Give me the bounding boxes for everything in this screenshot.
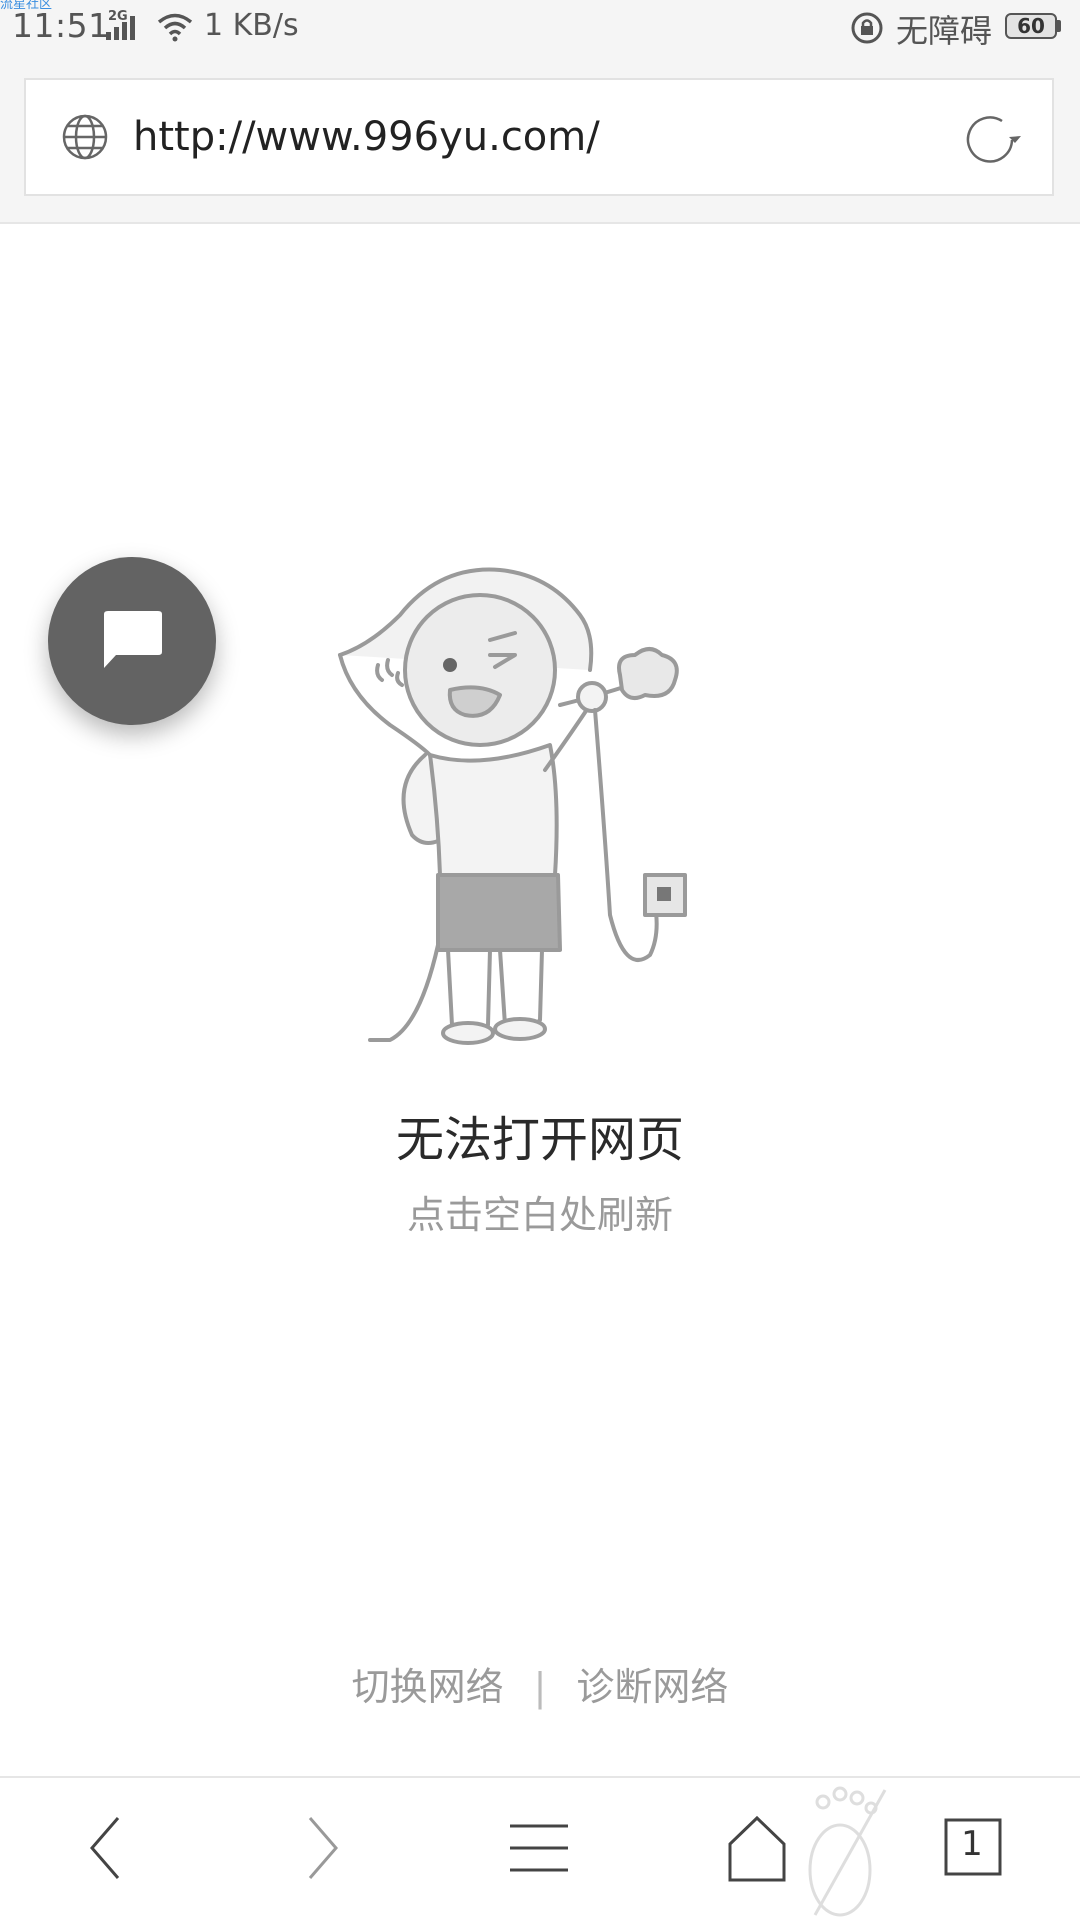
- tab-count: 1: [961, 1824, 983, 1864]
- battery-level: 60: [1017, 14, 1045, 38]
- switch-network-link[interactable]: 切换网络: [352, 1665, 504, 1709]
- status-time: 11:51: [12, 6, 110, 45]
- back-icon[interactable]: [60, 1808, 150, 1888]
- forward-icon[interactable]: [278, 1808, 368, 1888]
- rotation-lock-icon: [851, 12, 883, 44]
- error-title: 无法打开网页: [395, 1112, 684, 1168]
- menu-icon[interactable]: [494, 1808, 584, 1888]
- reload-icon[interactable]: [964, 110, 1024, 170]
- network-speed: 1 KB/s: [204, 8, 299, 43]
- error-illustration: [338, 567, 687, 1045]
- url-text[interactable]: http://www.996yu.com/: [133, 114, 600, 160]
- home-icon[interactable]: [712, 1808, 802, 1888]
- footprint-watermark-icon: [808, 1786, 887, 1917]
- chat-icon: [104, 611, 162, 668]
- refresh-hint[interactable]: 点击空白处刷新: [0, 1184, 1080, 1239]
- battery-nub: [1057, 20, 1061, 32]
- accessibility-label: 无障碍: [896, 12, 993, 50]
- wifi-icon: [157, 13, 193, 42]
- diagnose-network-link[interactable]: 诊断网络: [576, 1665, 728, 1709]
- network-links: 切换网络 | 诊断网络: [0, 1656, 1080, 1711]
- signal-icon: [106, 16, 135, 40]
- globe-icon: [62, 114, 108, 160]
- links-separator: |: [533, 1665, 547, 1709]
